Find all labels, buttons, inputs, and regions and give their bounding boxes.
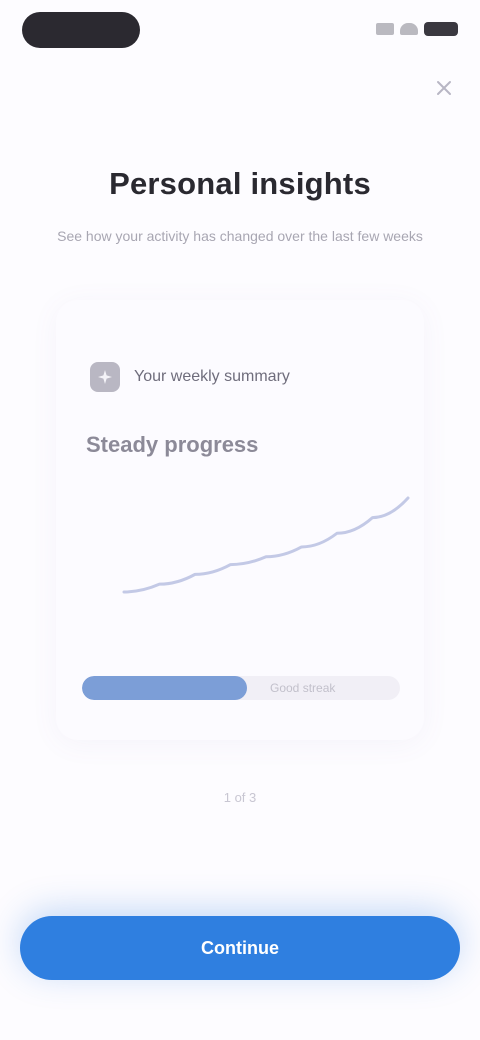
- progress-fill: [82, 676, 248, 700]
- battery-icon: [424, 22, 458, 36]
- sparkle-icon: [90, 362, 120, 392]
- page-indicator: 1 of 3: [223, 790, 257, 805]
- signal-icon: [376, 23, 394, 35]
- page-subtitle: See how your activity has changed over t…: [57, 228, 423, 244]
- wifi-icon: [400, 23, 418, 35]
- card-header: Your weekly summary: [90, 362, 290, 392]
- insight-card: Your weekly summary Steady progress Good…: [56, 300, 424, 740]
- continue-button[interactable]: Continue: [20, 916, 460, 980]
- progress-label: Good streak: [270, 681, 336, 695]
- card-heading: Your weekly summary: [134, 368, 290, 385]
- status-bar: [0, 0, 480, 64]
- card-value: Steady progress: [86, 432, 259, 457]
- progress-bar: [82, 676, 400, 700]
- status-icons: [376, 22, 458, 36]
- close-icon: [437, 81, 451, 95]
- page-title: Personal insights: [109, 166, 371, 201]
- trend-line: [122, 496, 410, 594]
- close-button[interactable]: [430, 74, 458, 102]
- status-pill: [22, 12, 140, 48]
- trend-path: [122, 496, 410, 594]
